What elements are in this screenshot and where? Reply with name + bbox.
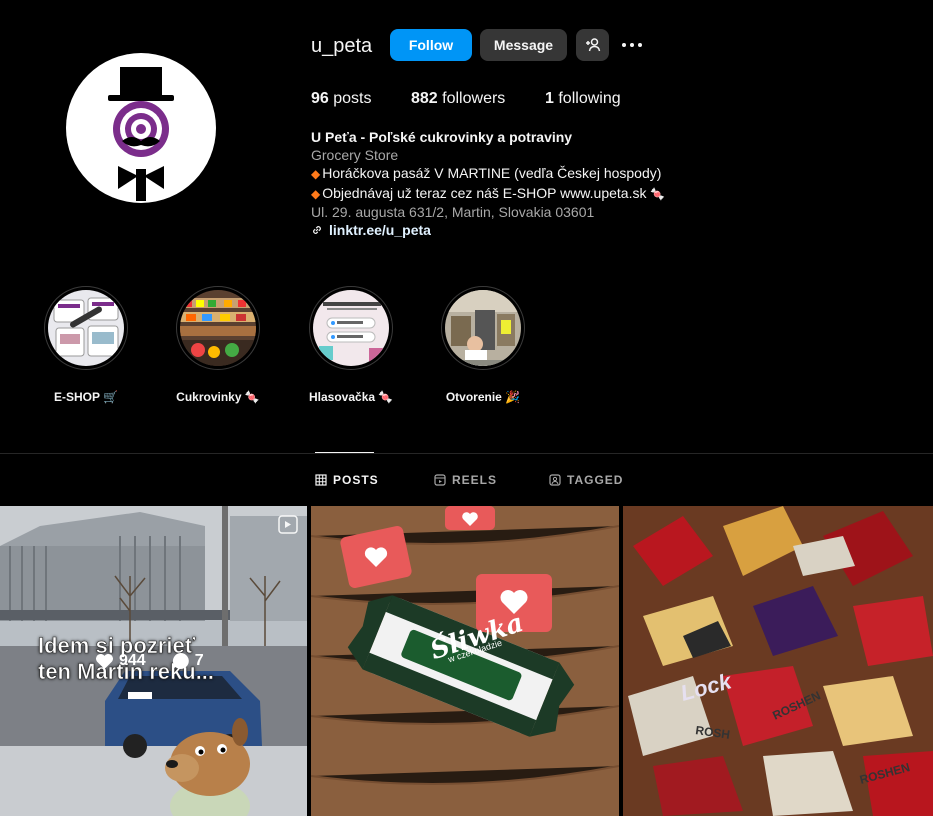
profile-address[interactable]: Ul. 29. augusta 631/2, Martin, Slovakia … (311, 203, 665, 221)
bio-line-1: ◆ Horáčkova pasáž V MARTINE (vedľa Českej… (311, 165, 662, 182)
active-tab-indicator (315, 452, 374, 453)
more-options-icon[interactable] (622, 36, 644, 54)
followers-link[interactable]: 882 followers (411, 90, 505, 108)
highlight-cover (445, 290, 521, 366)
comments-stat: 7 (172, 652, 204, 670)
highlight-e-shop[interactable]: E-SHOP 🛒 (44, 286, 128, 404)
suggested-users-button[interactable] (576, 29, 609, 61)
post-thumbnail[interactable]: Śliwka w czekoladzie (311, 506, 619, 816)
highlight-label: Cukrovinky 🍬 (176, 390, 260, 404)
heart-icon (96, 653, 113, 669)
post-thumbnail[interactable]: ROSHEN ROSH ROSHEN Lock (623, 506, 933, 816)
u-peta-logo (108, 67, 174, 201)
link-icon (313, 226, 321, 235)
tab-reels[interactable]: REELS (434, 473, 497, 487)
post-stats-overlay: 944 7 (95, 652, 204, 670)
following-link[interactable]: 1 following (545, 90, 621, 108)
comment-icon (172, 652, 189, 669)
highlight-cover (180, 290, 256, 366)
highlight-cukrovinky[interactable]: Cukrovinky 🍬 (176, 286, 260, 404)
reels-icon (434, 474, 446, 486)
candy-emoji-icon: 🍬 (650, 186, 666, 201)
follow-button[interactable]: Follow (390, 29, 472, 61)
tab-tagged[interactable]: TAGGED (549, 473, 623, 487)
highlight-otvorenie[interactable]: Otvorenie 🎉 (441, 286, 525, 404)
profile-username: u_peta (311, 35, 373, 57)
profile-bio: U Peťa - Poľské cukrovinky a potraviny G… (311, 128, 665, 239)
orange-diamond-icon: ◆ (311, 186, 321, 201)
orange-diamond-icon: ◆ (311, 167, 321, 182)
add-person-icon (585, 38, 600, 52)
highlight-hlasovacka[interactable]: Hlasovačka 🍬 (309, 286, 393, 404)
profile-category: Grocery Store (311, 147, 399, 164)
post-thumbnail[interactable]: Idem si pozrieť ten Martin reku... 944 7 (0, 506, 307, 816)
tab-posts[interactable]: POSTS (315, 473, 379, 487)
profile-full-name: U Peťa - Poľské cukrovinky a potraviny (311, 129, 573, 145)
highlight-cover (48, 290, 124, 366)
post-image (311, 506, 619, 816)
bio-line-2: ◆ Objednávaj už teraz cez náš E-SHOP www.… (311, 184, 666, 201)
tabs-divider (0, 453, 933, 454)
post-image: ROSHEN ROSH ROSHEN Lock (623, 506, 933, 816)
profile-avatar[interactable] (66, 53, 216, 203)
grid-icon (315, 474, 327, 486)
posts-count: 96 posts (311, 90, 372, 107)
tagged-icon (549, 474, 561, 486)
highlight-label: Hlasovačka 🍬 (309, 390, 394, 404)
likes-stat: 944 (95, 652, 146, 670)
message-button[interactable]: Message (480, 29, 567, 61)
highlight-label: E-SHOP 🛒 (53, 390, 119, 404)
profile-link[interactable]: linktr.ee/u_peta (311, 221, 665, 239)
highlight-cover (313, 290, 389, 366)
highlight-label: Otvorenie 🎉 (445, 390, 521, 404)
